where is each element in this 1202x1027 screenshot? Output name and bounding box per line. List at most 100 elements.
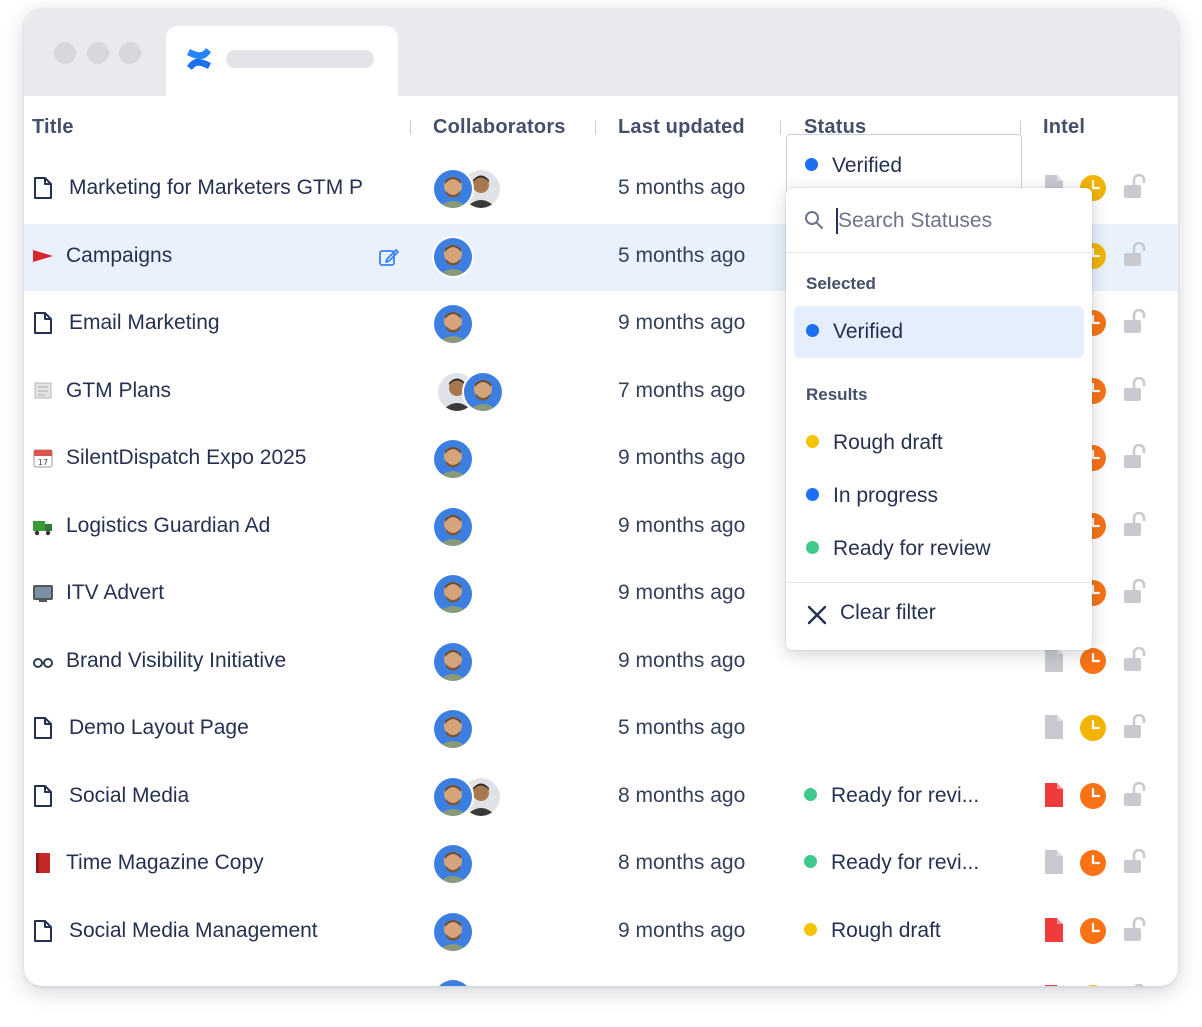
avatar[interactable] bbox=[432, 775, 474, 818]
document-icon[interactable] bbox=[1044, 917, 1064, 943]
avatar[interactable] bbox=[432, 303, 474, 345]
row-title[interactable]: Time Magazine Copy bbox=[66, 851, 264, 875]
clock-icon[interactable] bbox=[1080, 715, 1106, 741]
document-icon[interactable] bbox=[1044, 782, 1064, 808]
document-icon[interactable] bbox=[1044, 714, 1064, 740]
clock-icon[interactable] bbox=[1080, 917, 1106, 944]
row-title[interactable]: Marketing for Marketers GTM P bbox=[69, 176, 363, 200]
collaborators-cell[interactable] bbox=[432, 910, 522, 953]
clock-icon[interactable] bbox=[1080, 850, 1106, 876]
collaborators-cell[interactable] bbox=[432, 843, 522, 885]
collaborators-cell[interactable] bbox=[432, 168, 522, 210]
status-cell[interactable]: Rough draft bbox=[804, 919, 941, 943]
collaborators-cell[interactable] bbox=[432, 438, 522, 480]
edit-icon[interactable] bbox=[378, 246, 400, 268]
status-option[interactable]: Verified bbox=[794, 306, 1084, 358]
table-row[interactable]: Demo Layout Page 5 months ago bbox=[24, 696, 1178, 763]
collaborators-cell[interactable] bbox=[432, 370, 522, 413]
glasses-icon bbox=[32, 649, 54, 673]
unlock-icon[interactable] bbox=[1122, 713, 1146, 740]
row-title[interactable]: GTM Plans bbox=[66, 379, 171, 403]
avatar[interactable] bbox=[432, 843, 474, 885]
collaborators-cell[interactable] bbox=[432, 775, 522, 818]
column-collaborators[interactable]: Collaborators bbox=[433, 116, 566, 139]
row-title[interactable]: ITV Advert bbox=[66, 581, 164, 605]
avatar[interactable] bbox=[462, 370, 504, 413]
status-cell[interactable]: Ready for revi... bbox=[804, 851, 979, 875]
intel-cell bbox=[1044, 983, 1164, 986]
row-title[interactable]: SilentDispatch Expo 2025 bbox=[66, 446, 307, 470]
unlock-icon[interactable] bbox=[1122, 848, 1146, 875]
clock-icon[interactable] bbox=[1080, 647, 1106, 674]
collaborators-cell[interactable] bbox=[432, 640, 522, 683]
unlock-icon[interactable] bbox=[1122, 308, 1146, 335]
row-title[interactable]: Social Media bbox=[69, 784, 189, 808]
avatar[interactable] bbox=[432, 640, 474, 683]
unlock-icon[interactable] bbox=[1122, 376, 1146, 403]
last-updated: 9 months ago bbox=[618, 311, 746, 334]
last-updated: 5 months ago bbox=[618, 716, 746, 739]
clear-filter-label: Clear filter bbox=[840, 601, 936, 624]
collaborators-cell[interactable] bbox=[432, 505, 522, 548]
clear-filter-button[interactable]: Clear filter bbox=[806, 600, 1066, 630]
document-icon[interactable] bbox=[1044, 984, 1064, 986]
table-row[interactable]: Time Magazine Copy 8 months ago Ready for … bbox=[24, 831, 1178, 898]
status-option-text: In progress bbox=[833, 484, 939, 507]
window-close-dot[interactable] bbox=[54, 42, 76, 64]
avatar[interactable] bbox=[432, 438, 474, 480]
avatar[interactable] bbox=[432, 505, 474, 548]
unlock-icon[interactable] bbox=[1122, 781, 1146, 808]
status-option[interactable]: Ready for review bbox=[794, 523, 1084, 575]
row-title[interactable]: Logistics Guardian Ad bbox=[66, 514, 270, 538]
avatar[interactable] bbox=[432, 235, 474, 278]
collaborators-cell[interactable] bbox=[432, 303, 522, 345]
status-option[interactable]: In progress bbox=[794, 470, 1084, 522]
window-minimize-dot[interactable] bbox=[87, 42, 109, 64]
row-title[interactable]: Demo Layout Page bbox=[69, 716, 249, 740]
table-row[interactable]: Social Media 8 months ago Ready for revi..… bbox=[24, 764, 1178, 831]
unlock-icon[interactable] bbox=[1122, 578, 1146, 605]
unlock-icon[interactable] bbox=[1122, 646, 1146, 673]
unlock-icon[interactable] bbox=[1122, 511, 1146, 538]
browser-tab[interactable] bbox=[166, 26, 398, 98]
avatar[interactable] bbox=[432, 978, 474, 986]
unlock-icon[interactable] bbox=[1122, 443, 1146, 470]
status-cell[interactable]: Ready for revi... bbox=[804, 784, 979, 808]
document-icon[interactable] bbox=[1044, 849, 1064, 875]
avatar[interactable] bbox=[432, 910, 474, 953]
collaborators-cell[interactable] bbox=[432, 235, 522, 278]
row-title[interactable]: Campaigns bbox=[66, 244, 172, 268]
avatar[interactable] bbox=[432, 708, 474, 750]
unlock-icon[interactable] bbox=[1122, 916, 1146, 943]
row-title[interactable]: Social Media Management bbox=[69, 919, 318, 943]
avatar[interactable] bbox=[432, 573, 474, 615]
column-divider[interactable] bbox=[410, 120, 411, 134]
unlock-icon[interactable] bbox=[1122, 983, 1146, 986]
document-icon[interactable] bbox=[1044, 647, 1064, 673]
avatar[interactable] bbox=[432, 168, 474, 210]
collaborators-cell[interactable] bbox=[432, 708, 522, 750]
clock-icon[interactable] bbox=[1080, 985, 1106, 986]
status-search[interactable]: Search Statuses bbox=[786, 188, 1092, 253]
status-dot bbox=[806, 435, 819, 448]
table-row[interactable] bbox=[24, 966, 1178, 986]
row-title[interactable]: Brand Visibility Initiative bbox=[66, 649, 286, 673]
status-option-label: Rough draft bbox=[806, 431, 943, 455]
unlock-icon[interactable] bbox=[1122, 173, 1146, 200]
collaborators-cell[interactable] bbox=[432, 978, 522, 986]
search-input[interactable]: Search Statuses bbox=[838, 209, 992, 233]
row-title[interactable]: Email Marketing bbox=[69, 311, 220, 335]
collaborators-cell[interactable] bbox=[432, 573, 522, 615]
selected-heading: Selected bbox=[806, 274, 876, 293]
status-option[interactable]: Rough draft bbox=[794, 417, 1084, 469]
column-divider[interactable] bbox=[595, 120, 596, 134]
window-maximize-dot[interactable] bbox=[119, 42, 141, 64]
clock-icon[interactable] bbox=[1080, 782, 1106, 809]
column-divider[interactable] bbox=[780, 120, 781, 134]
column-title[interactable]: Title bbox=[32, 116, 74, 139]
column-last-updated[interactable]: Last updated bbox=[618, 116, 745, 139]
unlock-icon[interactable] bbox=[1122, 241, 1146, 268]
column-intel[interactable]: Intel bbox=[1043, 116, 1085, 139]
table-row[interactable]: Social Media Management 9 months ago Rough… bbox=[24, 899, 1178, 966]
column-divider[interactable] bbox=[1020, 120, 1021, 134]
